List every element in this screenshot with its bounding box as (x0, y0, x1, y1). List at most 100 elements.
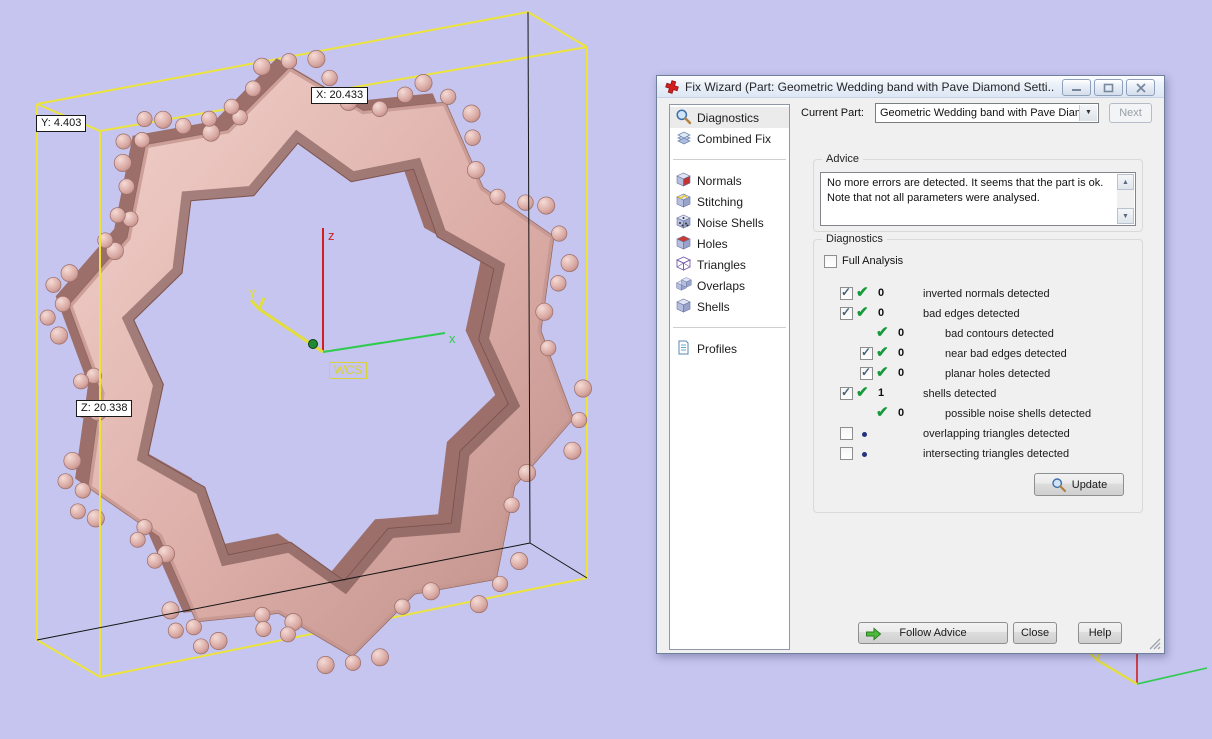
sidebar-item-profiles[interactable]: Profiles (670, 338, 789, 359)
pave-bead (469, 595, 488, 614)
diagnostic-label: overlapping triangles detected (923, 428, 1070, 440)
pave-bead (440, 88, 457, 105)
y-axis-letter: Y (248, 286, 257, 301)
document-icon (675, 339, 692, 359)
diagnostic-checkbox[interactable] (840, 385, 853, 400)
sidebar-item-stitching[interactable]: Stitching (670, 191, 789, 212)
diagnostic-row: ✔ 0 near bad edges detected (814, 344, 1142, 364)
green-check-icon: ✔ (856, 384, 869, 401)
sidebar-item-label: Profiles (697, 341, 738, 356)
pave-bead (115, 133, 132, 150)
mini-y-axis-arrow (1089, 652, 1098, 661)
diagnostic-checkbox[interactable] (840, 427, 853, 440)
sidebar-item-holes[interactable]: Holes (670, 233, 789, 254)
green-check-icon: ✔ (856, 284, 869, 301)
close-button[interactable] (1126, 79, 1155, 96)
sidebar-item-noise-shells[interactable]: Noise Shells (670, 212, 789, 233)
diagnostic-label: intersecting triangles detected (923, 448, 1070, 460)
scroll-up-button[interactable]: ▲ (1117, 174, 1134, 190)
pave-bead (550, 275, 567, 292)
pave-bead (551, 225, 568, 242)
blue-dot-icon (862, 452, 867, 457)
magnifier-icon (675, 108, 692, 128)
pave-bead (136, 111, 153, 128)
diagnostic-checkbox[interactable] (860, 365, 873, 380)
restore-button[interactable] (1094, 79, 1123, 96)
sidebar-item-label: Triangles (697, 257, 746, 272)
sidebar-item-combined-fix[interactable]: Combined Fix (670, 128, 789, 149)
pave-bead (316, 656, 335, 674)
pave-bead (307, 50, 326, 68)
diagnostic-count: 0 (898, 367, 905, 379)
diagnostic-checkbox[interactable] (840, 305, 853, 320)
ring-part[interactable] (39, 50, 592, 674)
pave-bead (146, 552, 163, 569)
diagnostic-label: bad edges detected (923, 308, 1020, 320)
pave-bead (60, 264, 79, 283)
sidebar-item-label: Noise Shells (697, 215, 764, 230)
sidebar-item-triangles[interactable]: Triangles (670, 254, 789, 275)
next-button[interactable]: Next (1109, 103, 1152, 123)
pave-bead (54, 295, 71, 313)
pave-bead (537, 196, 556, 215)
pave-bead (193, 638, 209, 655)
dialog-titlebar[interactable]: Fix Wizard (Part: Geometric Wedding band… (657, 76, 1164, 98)
chevron-down-icon: ▼ (1079, 105, 1097, 121)
pave-bead (133, 132, 151, 149)
advice-scrollbar[interactable]: ▲ ▼ (1117, 174, 1134, 224)
pave-bead (491, 575, 509, 592)
diagnostic-row: overlapping triangles detected (814, 424, 1142, 444)
y-axis-arrow (249, 299, 261, 310)
pave-bead (167, 622, 184, 639)
pave-bead (185, 619, 202, 636)
pave-bead (510, 552, 529, 571)
pave-bead (344, 654, 362, 671)
update-button[interactable]: Update (1034, 473, 1124, 496)
pave-bead (39, 309, 56, 326)
box-edge (527, 11, 588, 48)
minimize-button[interactable] (1062, 79, 1091, 96)
pave-bead (503, 496, 520, 514)
current-part-label: Current Part: (801, 107, 864, 119)
pave-bead (517, 194, 534, 211)
x-axis (322, 332, 446, 353)
cube-wire-icon (675, 255, 692, 275)
follow-advice-button[interactable]: Follow Advice (858, 622, 1008, 644)
diagnostic-checkbox[interactable] (840, 285, 853, 300)
diagnostic-checkbox[interactable] (860, 345, 873, 360)
origin-marker (308, 339, 318, 349)
sidebar-item-diagnostics[interactable]: Diagnostics (670, 107, 789, 128)
help-button[interactable]: Help (1078, 622, 1122, 644)
advice-textbox: No more errors are detected. It seems th… (820, 172, 1136, 226)
pave-bead (462, 104, 481, 123)
diagnostic-checkbox[interactable] (840, 447, 853, 460)
resize-grip[interactable] (1149, 638, 1161, 650)
green-check-icon: ✔ (876, 404, 889, 421)
sidebar-item-shells[interactable]: Shells (670, 296, 789, 317)
full-analysis-label: Full Analysis (842, 255, 904, 267)
cube-double-icon (675, 276, 692, 296)
sidebar-item-overlaps[interactable]: Overlaps (670, 275, 789, 296)
current-part-dropdown[interactable]: Geometric Wedding band with Pave Diamo ▼ (875, 103, 1099, 123)
x-axis-letter: x (449, 331, 456, 346)
ring-shading (68, 67, 574, 657)
diagnostic-row: intersecting triangles detected (814, 444, 1142, 464)
diagnostic-label: near bad edges detected (945, 348, 1067, 360)
sidebar-item-label: Normals (697, 173, 742, 188)
box-edge (36, 639, 101, 678)
scroll-down-button[interactable]: ▼ (1117, 208, 1134, 224)
pave-bead (73, 373, 90, 390)
diagnostic-count: 0 (898, 407, 905, 419)
pave-bead (45, 276, 62, 293)
pave-bead (394, 598, 411, 615)
advice-group: Advice No more errors are detected. It s… (813, 153, 1143, 232)
pave-bead (209, 632, 228, 650)
update-label: Update (1071, 478, 1108, 491)
diagnostic-label: possible noise shells detected (945, 408, 1092, 420)
sidebar-item-normals[interactable]: Normals (670, 170, 789, 191)
pave-bead (202, 123, 220, 142)
full-analysis-checkbox[interactable] (824, 255, 837, 268)
magnifier-icon (1052, 477, 1066, 492)
close-dialog-button[interactable]: Close (1013, 622, 1057, 644)
diagnostic-count: 1 (878, 387, 885, 399)
